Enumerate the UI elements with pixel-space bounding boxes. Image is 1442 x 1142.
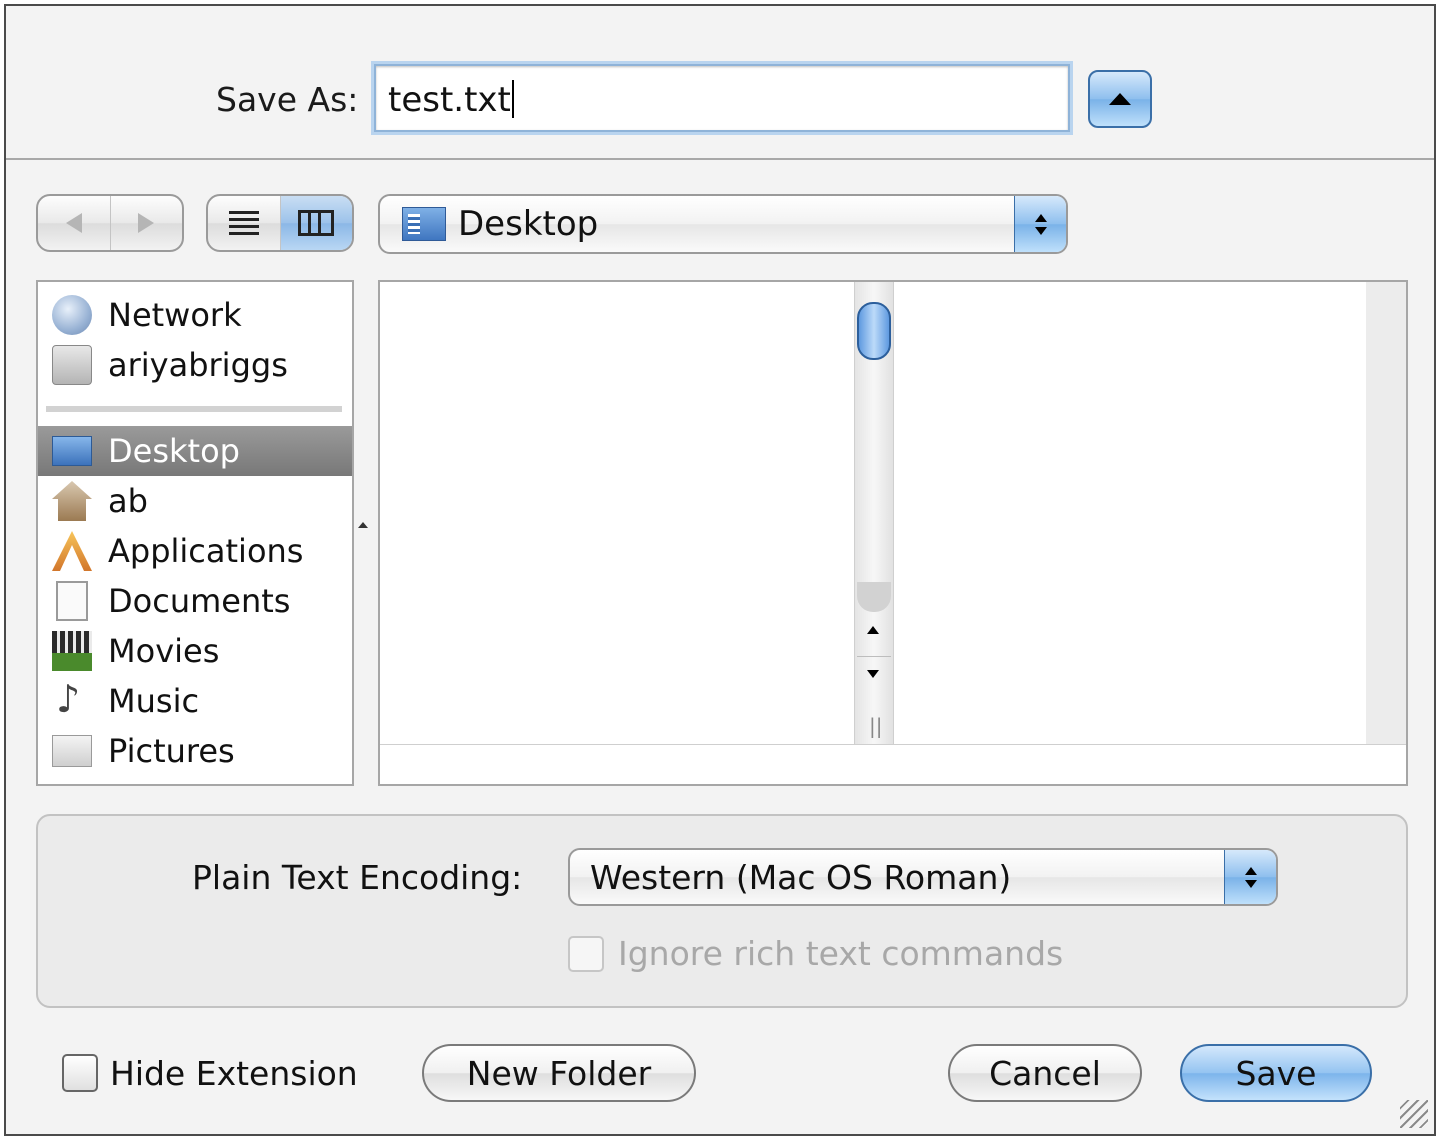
encoding-value: Western (Mac OS Roman): [590, 857, 1012, 897]
applications-icon: [52, 531, 92, 571]
sidebar-item-ab[interactable]: ab: [38, 476, 352, 526]
sidebar-item-label: Pictures: [108, 732, 235, 770]
list-view-icon: [228, 211, 259, 235]
filename-input[interactable]: test.txt: [374, 64, 1070, 132]
encoding-label: Plain Text Encoding:: [192, 858, 523, 897]
scroll-thumb[interactable]: [857, 302, 891, 360]
save-button[interactable]: Save: [1180, 1044, 1372, 1102]
music-icon: [52, 677, 92, 721]
cancel-button[interactable]: Cancel: [948, 1044, 1142, 1102]
save-dialog: Save As: test.txt Desktop Network ariyab…: [4, 4, 1436, 1136]
scroll-down-arrow-icon[interactable]: [867, 670, 879, 678]
ignore-rich-text-checkbox: [568, 936, 604, 972]
sidebar-item-movies[interactable]: Movies: [38, 626, 352, 676]
sidebar-item-label: Documents: [108, 582, 291, 620]
arrow-left-icon: [65, 213, 82, 233]
sidebar-item-applications[interactable]: Applications: [38, 526, 352, 576]
column-scrollbar[interactable]: ||: [854, 282, 894, 744]
location-label: Desktop: [458, 204, 599, 244]
save-as-label: Save As:: [216, 80, 359, 119]
scroll-up-arrow-icon[interactable]: [867, 626, 879, 634]
sidebar-item-label: Movies: [108, 632, 220, 670]
browser-column[interactable]: [894, 282, 1366, 744]
browser-column[interactable]: [380, 282, 854, 744]
back-forward-control: [36, 194, 184, 252]
new-folder-button[interactable]: New Folder: [422, 1044, 696, 1102]
options-panel: [36, 814, 1408, 1008]
sidebar-separator: [46, 406, 342, 412]
popup-arrows-icon: [1014, 196, 1066, 252]
list-view-button[interactable]: [208, 196, 280, 250]
horizontal-scrollbar[interactable]: [380, 744, 1406, 784]
collapse-dialog-button[interactable]: [1088, 70, 1152, 128]
sidebar-item-label: ariyabriggs: [108, 346, 288, 384]
forward-button[interactable]: [109, 196, 183, 250]
window-resize-grip-icon[interactable]: [1400, 1100, 1428, 1128]
hard-drive-icon: [52, 345, 92, 385]
sidebar-item-documents[interactable]: Documents: [38, 576, 352, 626]
sidebar-item-music[interactable]: Music: [38, 676, 352, 726]
text-caret: [511, 80, 514, 118]
sidebar-item-label: Desktop: [108, 432, 240, 470]
arrow-right-icon: [138, 213, 155, 233]
column-view-button[interactable]: [279, 196, 352, 250]
sidebar-item-label: Applications: [108, 532, 304, 570]
sidebar-item-label: Network: [108, 296, 242, 334]
sidebar-resize-handle[interactable]: [358, 522, 368, 528]
sidebar: Network ariyabriggs Desktop ab Applicati…: [36, 280, 354, 786]
column-resize-grip-icon[interactable]: ||: [869, 714, 882, 738]
desktop-folder-icon: [52, 436, 92, 466]
file-browser: ||: [378, 280, 1408, 786]
sidebar-item-label: ab: [108, 482, 148, 520]
header-divider: [6, 158, 1434, 160]
desktop-folder-icon: [402, 207, 446, 241]
hide-extension-checkbox[interactable]: [62, 1054, 98, 1092]
pictures-icon: [52, 735, 92, 767]
popup-arrows-icon: [1224, 850, 1276, 904]
scroll-track-end: [857, 582, 891, 612]
view-mode-control: [206, 194, 354, 252]
encoding-popup[interactable]: Western (Mac OS Roman): [568, 848, 1278, 906]
ignore-rich-text-label: Ignore rich text commands: [618, 934, 1064, 973]
sidebar-item-label: Music: [108, 682, 200, 720]
sidebar-item-network[interactable]: Network: [38, 290, 352, 340]
triangle-up-icon: [1109, 93, 1131, 105]
sidebar-item-pictures[interactable]: Pictures: [38, 726, 352, 776]
location-popup[interactable]: Desktop: [378, 194, 1068, 254]
network-icon: [52, 295, 92, 335]
filename-text: test.txt: [388, 80, 511, 120]
column-view-icon: [298, 210, 335, 236]
sidebar-item-ariyabriggs[interactable]: ariyabriggs: [38, 340, 352, 390]
home-icon: [52, 481, 92, 521]
column-scrollbar[interactable]: [1366, 282, 1406, 744]
back-button[interactable]: [38, 196, 110, 250]
sidebar-item-desktop[interactable]: Desktop: [38, 426, 352, 476]
documents-icon: [56, 581, 88, 621]
hide-extension-label[interactable]: Hide Extension: [110, 1054, 358, 1093]
movies-icon: [52, 631, 92, 671]
